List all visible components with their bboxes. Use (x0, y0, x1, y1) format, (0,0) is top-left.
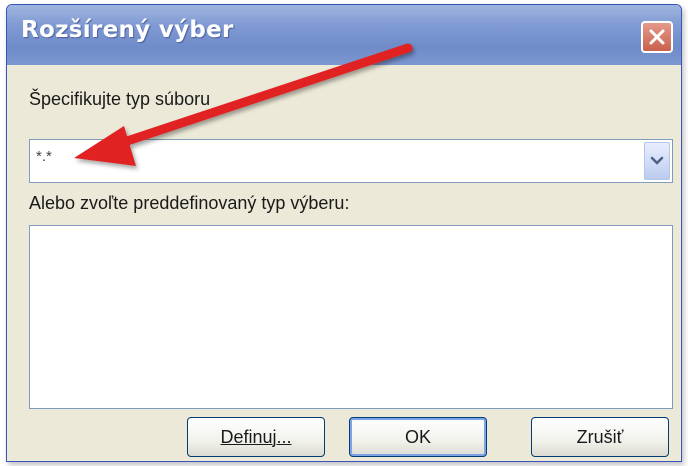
annotation-arrow (74, 43, 413, 166)
